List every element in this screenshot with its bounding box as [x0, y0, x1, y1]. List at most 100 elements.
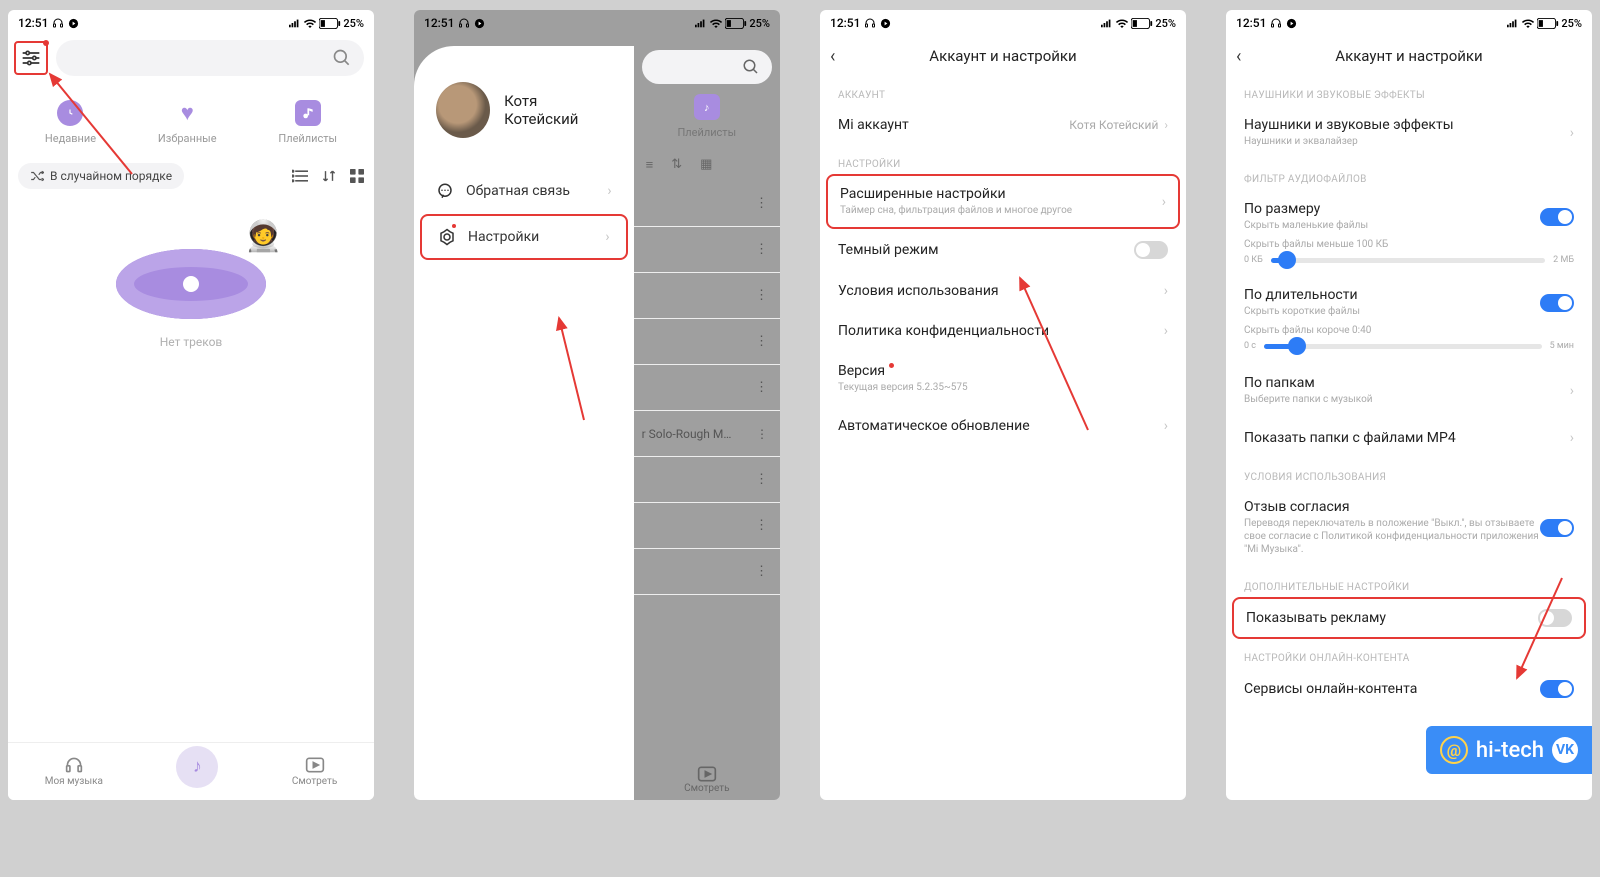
nav-watch-bg: Смотреть	[634, 765, 780, 794]
side-menu: Котя Котейский Обратная связь › Настройк…	[414, 46, 634, 800]
section-headphones: НАУШНИКИ И ЗВУКОВЫЕ ЭФФЕКТЫ	[1226, 76, 1592, 105]
category-tabs: Недавние ♥ Избранные Плейлисты	[8, 80, 374, 153]
section-terms: УСЛОВИЯ ИСПОЛЬЗОВАНИЯ	[1226, 458, 1592, 487]
row-by-folder[interactable]: По папкамВыберите папки с музыкой ›	[1226, 357, 1592, 418]
headphones-icon	[864, 17, 876, 29]
sort-icon[interactable]	[322, 169, 336, 183]
signal-icon	[695, 18, 707, 28]
nav-my-music[interactable]: Моя музыка	[45, 756, 103, 787]
row-mp4-folders[interactable]: Показать папки с файлами MP4 ›	[1226, 418, 1592, 458]
size-hint: Скрыть файлы меньше 100 КБ	[1226, 238, 1592, 253]
notification-dot	[452, 224, 456, 228]
back-button[interactable]: ‹	[1236, 46, 1241, 67]
menu-feedback[interactable]: Обратная связь ›	[414, 168, 634, 214]
vinyl-illustration: 🧑‍🚀	[106, 229, 276, 319]
row-autoupdate[interactable]: Автоматическое обновление ›	[820, 406, 1186, 446]
at-icon: @	[1440, 736, 1468, 764]
menu-settings[interactable]: Настройки ›	[420, 214, 628, 260]
chevron-right-icon: ›	[1164, 118, 1168, 132]
play-status-icon	[880, 18, 891, 29]
headphones-icon	[458, 17, 470, 29]
battery-icon	[319, 18, 341, 29]
chevron-right-icon: ›	[605, 229, 609, 245]
heart-icon: ♥	[174, 100, 200, 126]
row-by-size: По размеруСкрыть маленькие файлы	[1226, 189, 1592, 236]
chevron-right-icon: ›	[1164, 283, 1168, 299]
wifi-icon	[1521, 18, 1535, 28]
screen-1-music-home: 12:51 25%	[8, 10, 374, 800]
list-item: ⋮	[634, 365, 780, 411]
battery-icon	[1131, 18, 1153, 29]
notification-dot	[889, 363, 894, 368]
by-duration-toggle[interactable]	[1540, 294, 1574, 312]
search-input	[642, 50, 772, 84]
watermark-overlay: @ hi-tech VK	[1426, 726, 1592, 774]
ads-toggle[interactable]	[1538, 609, 1572, 627]
tab-favorites[interactable]: ♥ Избранные	[158, 100, 217, 145]
list-item: ⋮	[634, 549, 780, 595]
battery-icon	[1537, 18, 1559, 29]
chat-icon	[436, 182, 454, 200]
row-headphones[interactable]: Наушники и звуковые эффектыНаушники и эк…	[1226, 105, 1592, 160]
row-advanced-settings[interactable]: Расширенные настройки Таймер сна, фильтр…	[826, 174, 1180, 229]
nav-watch[interactable]: Смотреть	[292, 756, 337, 787]
search-icon	[332, 48, 352, 68]
nav-now-playing[interactable]: ♪	[176, 746, 218, 788]
chevron-right-icon: ›	[1164, 323, 1168, 339]
battery-pct: 25%	[343, 17, 364, 30]
section-extra: ДОПОЛНИТЕЛЬНЫЕ НАСТРОЙКИ	[1226, 568, 1592, 597]
grid-view-icon[interactable]	[350, 169, 364, 183]
vk-icon: VK	[1552, 737, 1578, 763]
list-view-icon[interactable]	[292, 169, 308, 183]
play-status-icon	[474, 18, 485, 29]
row-privacy[interactable]: Политика конфиденциальности ›	[820, 311, 1186, 351]
shuffle-button[interactable]: В случайном порядке	[18, 163, 184, 189]
list-controls: В случайном порядке	[8, 153, 374, 199]
page-header: ‹ Аккаунт и настройки	[1226, 36, 1592, 76]
size-slider[interactable]: 0 КБ 2 МБ	[1226, 253, 1592, 271]
status-bar: 12:51 25%	[414, 10, 780, 36]
list-item: ⋮	[634, 273, 780, 319]
section-settings: НАСТРОЙКИ	[820, 145, 1186, 174]
status-bar: 12:51 25%	[1226, 10, 1592, 36]
consent-toggle[interactable]	[1540, 519, 1574, 537]
play-status-icon	[68, 18, 79, 29]
row-mi-account[interactable]: Mi аккаунт Котя Котейский›	[820, 105, 1186, 145]
signal-icon	[289, 18, 301, 28]
tab-recent[interactable]: Недавние	[45, 100, 96, 145]
row-version[interactable]: Версия Текущая версия 5.2.35~575	[820, 351, 1186, 406]
screen-3-account-settings: 12:51 25% ‹ Аккаунт и настройки АККАУНТ …	[820, 10, 1186, 800]
row-by-duration: По длительностиСкрыть короткие файлы	[1226, 271, 1592, 322]
status-bar: 12:51 25%	[8, 10, 374, 36]
tab-playlists[interactable]: Плейлисты	[278, 100, 337, 145]
status-time: 12:51	[18, 16, 48, 30]
row-terms[interactable]: Условия использования ›	[820, 271, 1186, 311]
profile-row[interactable]: Котя Котейский	[414, 76, 634, 168]
by-size-toggle[interactable]	[1540, 208, 1574, 226]
duration-slider[interactable]: 0 с 5 мин	[1226, 339, 1592, 357]
signal-icon	[1507, 18, 1519, 28]
back-button[interactable]: ‹	[830, 46, 835, 67]
row-consent: Отзыв согласияПереводя переключатель в п…	[1226, 487, 1592, 568]
profile-name: Котя Котейский	[504, 92, 612, 128]
section-filter: ФИЛЬТР АУДИОФАЙЛОВ	[1226, 160, 1592, 189]
settings-sliders-button[interactable]	[14, 41, 48, 75]
playlist-icon: ♪	[694, 94, 720, 120]
battery-icon	[725, 18, 747, 29]
services-toggle[interactable]	[1540, 680, 1574, 698]
wifi-icon	[1115, 18, 1129, 28]
search-input[interactable]	[56, 40, 364, 76]
list-item: ⋮	[634, 181, 780, 227]
dimmed-background: ♪ Плейлисты ≡ ⇅ ▦ ⋮ ⋮ ⋮ ⋮ ⋮ r Solo-Rough…	[634, 46, 780, 800]
chevron-right-icon: ›	[1162, 194, 1166, 210]
tab-playlists-bg: ♪ Плейлисты	[634, 94, 780, 139]
chevron-right-icon: ›	[607, 183, 611, 199]
list-item: ⋮	[634, 227, 780, 273]
dark-mode-toggle[interactable]	[1134, 241, 1168, 259]
section-online: НАСТРОЙКИ ОНЛАЙН-КОНТЕНТА	[1226, 639, 1592, 668]
list-item: ⋮	[634, 319, 780, 365]
playlist-icon	[295, 100, 321, 126]
avatar	[436, 82, 490, 138]
gear-icon	[438, 228, 456, 246]
row-online-services[interactable]: Сервисы онлайн-контента	[1226, 668, 1592, 710]
